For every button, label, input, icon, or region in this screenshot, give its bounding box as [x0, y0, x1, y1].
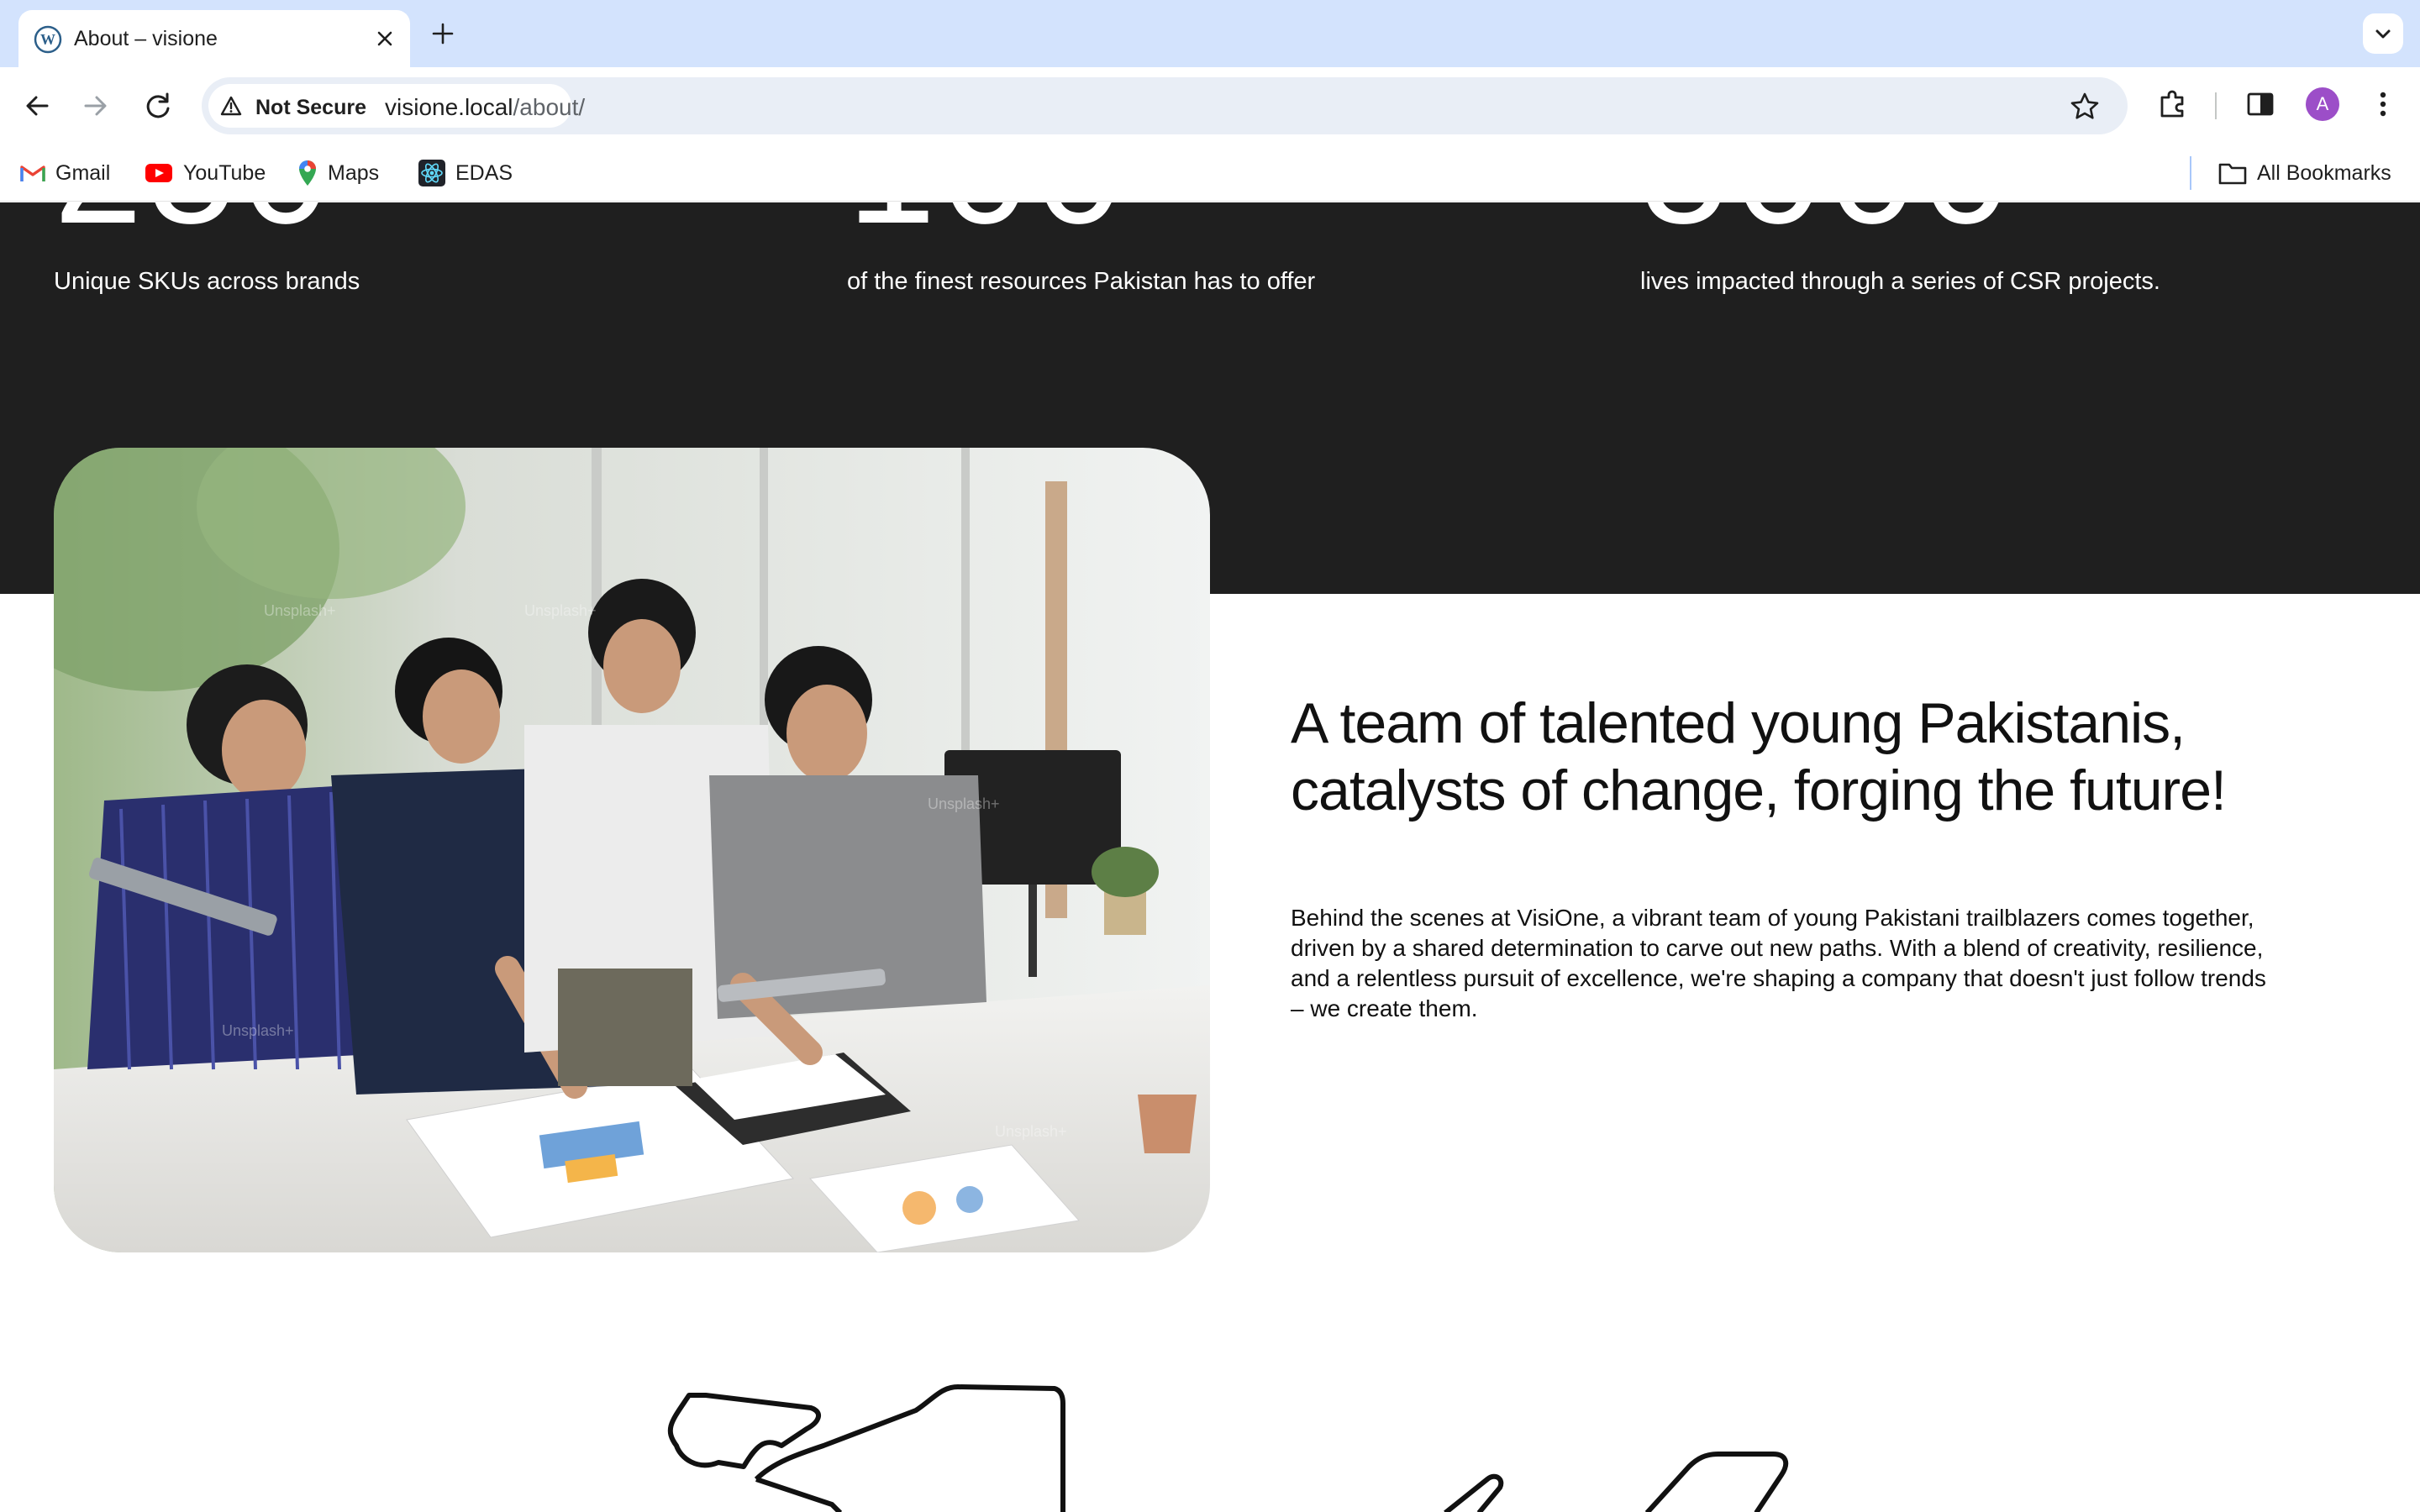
toolbar-divider [2215, 92, 2217, 119]
forward-icon[interactable] [76, 86, 116, 126]
bookmark-label: Maps [328, 160, 380, 185]
decorative-outline-illustration [667, 1384, 1789, 1512]
bookmark-maps[interactable]: Maps [297, 158, 379, 188]
bookmark-star-icon[interactable] [2069, 91, 2101, 123]
bookmark-gmail[interactable]: Gmail [20, 158, 110, 188]
close-icon[interactable] [370, 24, 400, 54]
photo-watermark: Unsplash+ [222, 1022, 294, 1039]
url-path: /about/ [513, 94, 586, 120]
profile-avatar[interactable]: A [2306, 87, 2339, 121]
all-bookmarks-label: All Bookmarks [2257, 160, 2391, 185]
bookmark-youtube[interactable]: YouTube [145, 158, 266, 188]
react-icon [418, 160, 445, 186]
tab-search-button[interactable] [2363, 13, 2403, 54]
photo-watermark: Unsplash+ [264, 602, 336, 619]
chevron-down-icon [2375, 29, 2391, 39]
youtube-icon [145, 164, 172, 182]
bookmark-edas[interactable]: EDAS [418, 158, 513, 188]
stat-caption: lives impacted through a series of CSR p… [1640, 268, 2160, 295]
reload-icon[interactable] [138, 86, 178, 126]
browser-toolbar: Not Secure visione.local/about/ A [0, 67, 2420, 144]
folder-icon [2218, 163, 2247, 185]
team-heading: A team of talented young Pakistanis, cat… [1291, 691, 2227, 822]
more-menu-icon[interactable] [2365, 86, 2402, 123]
svg-text:W: W [40, 31, 55, 48]
tab-strip: W About – visione [0, 0, 2420, 67]
maps-icon [299, 160, 316, 186]
page-content: 250 Unique SKUs across brands 100 of the… [0, 202, 2420, 1512]
bookmarks-divider [2190, 156, 2191, 190]
team-description: Behind the scenes at VisiOne, a vibrant … [1291, 905, 2266, 1021]
tab-title: About – visione [74, 27, 218, 50]
stat-number: 250 [54, 202, 335, 260]
extensions-icon[interactable] [2154, 86, 2191, 123]
url-host: visione.local [385, 94, 513, 120]
bookmark-label: Gmail [55, 160, 111, 185]
stat-caption: Unique SKUs across brands [54, 268, 360, 295]
gmail-icon [20, 165, 45, 181]
tab-about[interactable]: W About – visione [18, 10, 410, 67]
url-text[interactable]: visione.local/about/ [385, 94, 585, 121]
security-label: Not Secure [255, 96, 366, 119]
back-icon[interactable] [17, 86, 57, 126]
warning-icon [220, 96, 242, 116]
wordpress-icon: W [34, 25, 62, 54]
side-panel-icon[interactable] [2242, 86, 2279, 123]
bookmark-label: YouTube [183, 160, 266, 185]
new-tab-icon[interactable] [427, 18, 459, 50]
bookmark-label: EDAS [455, 160, 513, 185]
photo-watermark: Unsplash+ [524, 602, 597, 619]
team-photo: Unsplash+ Unsplash+ Unsplash+ Unsplash+ … [54, 448, 1210, 1252]
address-bar[interactable]: Not Secure visione.local/about/ [202, 77, 2128, 134]
stat-caption: of the finest resources Pakistan has to … [847, 268, 1316, 295]
stat-number: 100 [847, 202, 1128, 260]
photo-watermark: Unsplash+ [995, 1123, 1067, 1140]
photo-watermark: Unsplash+ [928, 795, 1000, 812]
bookmarks-bar: Gmail YouTube Maps EDAS All Bookmarks [0, 144, 2420, 202]
stat-number: 5000 [1640, 202, 2016, 260]
all-bookmarks-button[interactable]: All Bookmarks [2218, 158, 2391, 188]
